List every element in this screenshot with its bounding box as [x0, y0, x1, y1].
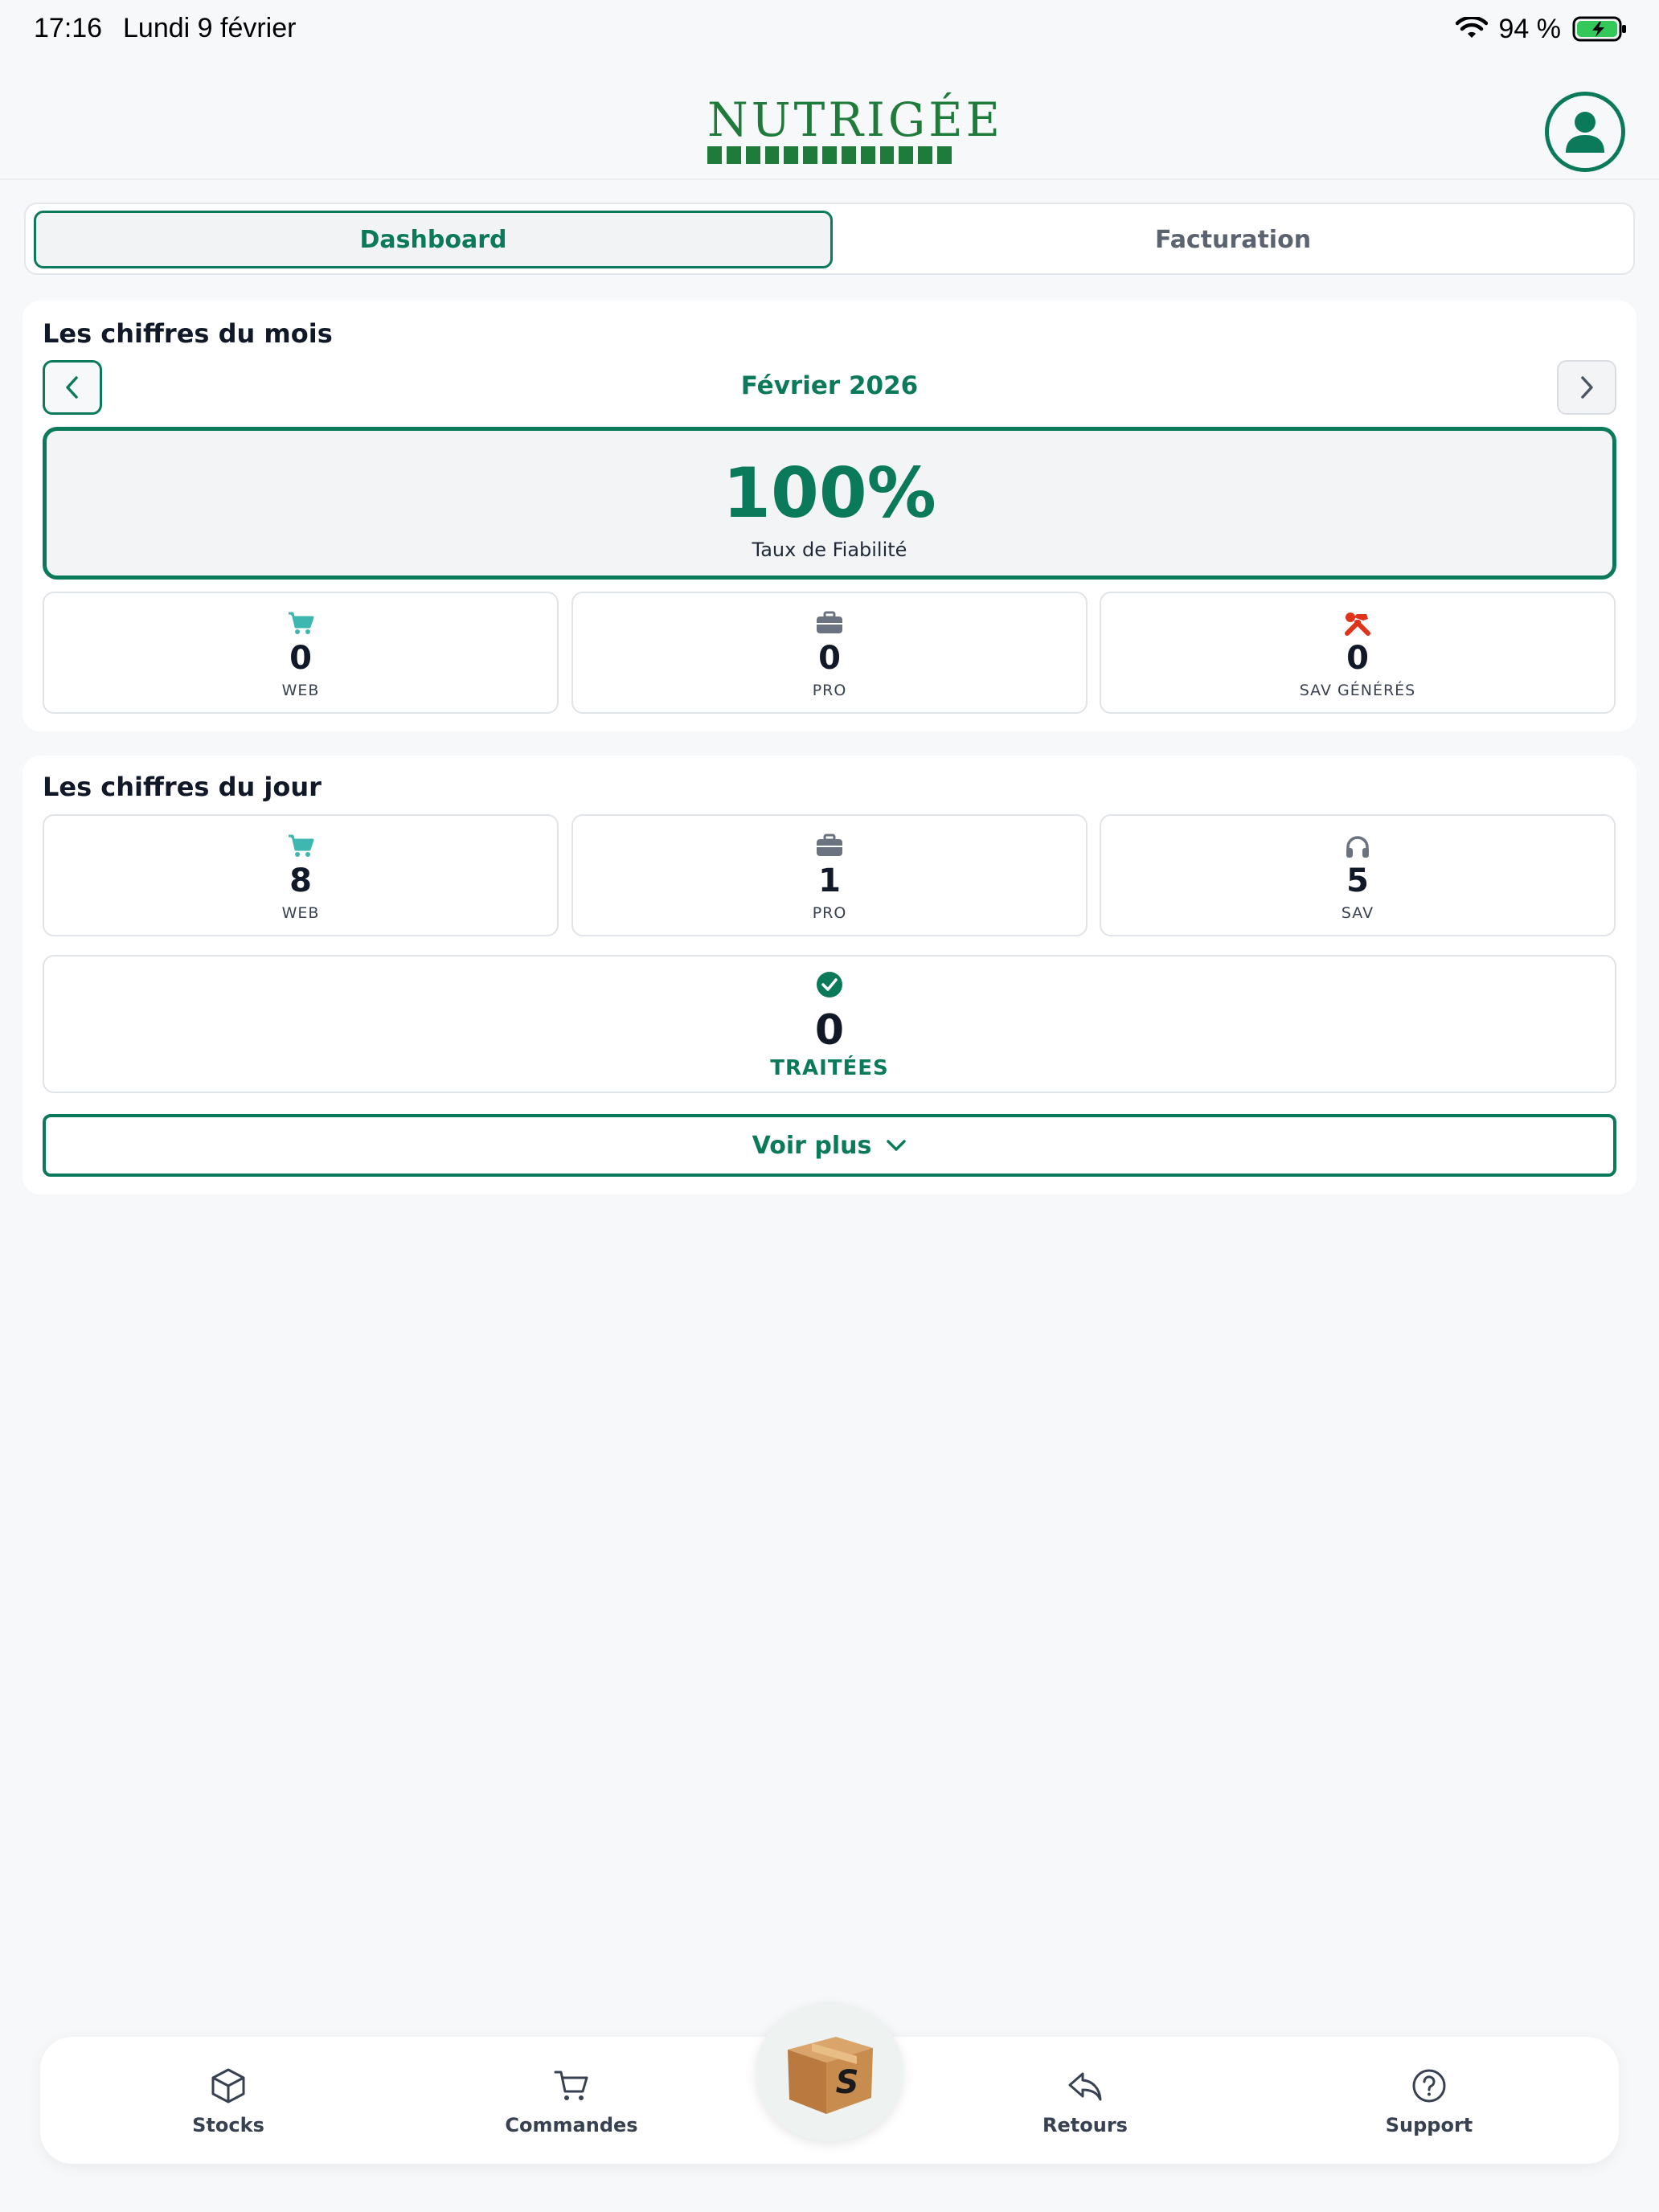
briefcase-icon — [817, 611, 842, 633]
nav-label: Stocks — [192, 2114, 264, 2136]
chevron-down-icon — [887, 1140, 907, 1151]
day-stats-card: Les chiffres du jour 8 WEB 1 PRO 5 SAV 0… — [23, 756, 1636, 1194]
nav-retours[interactable]: Retours — [989, 2067, 1182, 2136]
nutrigee-logo: NUTRIGÉE — [707, 92, 1003, 164]
status-bar: 17:16 Lundi 9 février 94 % — [0, 0, 1659, 61]
reliability-rate-box: 100% Taux de Fiabilité — [43, 427, 1616, 580]
status-date: Lundi 9 février — [123, 13, 297, 43]
processed-stat[interactable]: 0 TRAITÉES — [43, 955, 1616, 1093]
user-icon — [1566, 112, 1604, 153]
month-sav-stat[interactable]: 0 SAV GÉNÉRÉS — [1100, 592, 1616, 714]
cart-icon — [554, 2071, 588, 2100]
cart-icon — [289, 612, 314, 634]
month-stats-card: Les chiffres du mois Février 2026 100% T… — [23, 301, 1636, 731]
tools-icon — [1345, 612, 1370, 636]
nav-label: Retours — [1043, 2114, 1128, 2136]
profile-button[interactable] — [1545, 92, 1625, 172]
day-web-stat[interactable]: 8 WEB — [43, 814, 559, 936]
reliability-label: Taux de Fiabilité — [752, 539, 907, 561]
battery-percent: 94 % — [1498, 13, 1562, 44]
app-header: NUTRIGÉE — [0, 61, 1659, 180]
nav-commandes[interactable]: Commandes — [475, 2067, 668, 2136]
main-tabs: Dashboard Facturation — [24, 203, 1635, 275]
briefcase-icon — [817, 834, 842, 856]
stat-value: 5 — [1346, 862, 1369, 899]
wifi-icon — [1455, 17, 1488, 38]
cart-icon — [289, 834, 314, 857]
stat-label: PRO — [812, 904, 847, 922]
tab-facturation[interactable]: Facturation — [838, 211, 1628, 268]
stat-value: 0 — [289, 640, 312, 677]
stat-value: 1 — [818, 862, 841, 899]
reply-icon — [1068, 2072, 1102, 2101]
voir-plus-label: Voir plus — [752, 1131, 872, 1160]
help-icon — [1412, 2069, 1446, 2103]
headphones-icon — [1346, 836, 1369, 858]
stat-label: WEB — [281, 682, 320, 699]
package-icon: S — [788, 2037, 873, 2114]
logo-text: NUTRIGÉE — [707, 92, 1003, 147]
logo-stripe — [707, 146, 952, 164]
voir-plus-button[interactable]: Voir plus — [43, 1114, 1616, 1177]
month-pro-stat[interactable]: 0 PRO — [571, 592, 1088, 714]
month-section-title: Les chiffres du mois — [43, 318, 333, 349]
center-package-button[interactable]: S — [756, 2003, 903, 2141]
stat-label: WEB — [281, 904, 320, 922]
box-icon — [211, 2068, 245, 2103]
status-time: 17:16 — [34, 13, 103, 43]
stat-value: 0 — [1346, 640, 1369, 677]
status-indicators: 94 % — [1455, 11, 1629, 47]
day-sav-stat[interactable]: 5 SAV — [1100, 814, 1616, 936]
stat-label: SAV — [1341, 904, 1374, 922]
tab-dashboard[interactable]: Dashboard — [34, 211, 833, 268]
stat-value: 0 — [818, 640, 841, 677]
package-glyph: S — [836, 2064, 859, 2101]
nav-stocks[interactable]: Stocks — [132, 2067, 325, 2136]
stat-label: PRO — [812, 682, 847, 699]
chevron-right-icon — [1581, 376, 1593, 399]
nav-support[interactable]: Support — [1333, 2067, 1526, 2136]
stat-value: 0 — [814, 1006, 845, 1055]
next-month-button[interactable] — [1557, 360, 1616, 415]
nav-label: Support — [1385, 2114, 1473, 2136]
nav-label: Commandes — [505, 2114, 638, 2136]
month-web-stat[interactable]: 0 WEB — [43, 592, 559, 714]
stat-label: TRAITÉES — [770, 1056, 889, 1080]
current-month-label: Février 2026 — [740, 371, 919, 400]
stat-label: SAV GÉNÉRÉS — [1299, 682, 1416, 699]
battery-icon — [1572, 16, 1626, 42]
day-pro-stat[interactable]: 1 PRO — [571, 814, 1088, 936]
reliability-value: 100% — [723, 453, 936, 534]
check-circle-icon — [817, 972, 842, 997]
day-section-title: Les chiffres du jour — [43, 772, 322, 802]
stat-value: 8 — [289, 862, 312, 899]
